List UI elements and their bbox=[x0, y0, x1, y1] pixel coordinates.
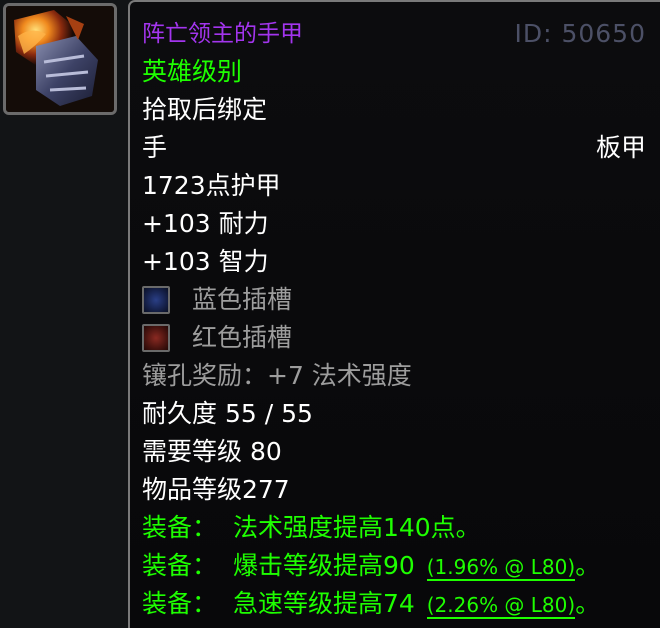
red-socket-icon bbox=[142, 324, 170, 352]
equip-effect-3-text: 急速等级提高74 bbox=[232, 589, 415, 618]
item-tooltip: 阵亡领主的手甲 ID: 50650 英雄级别 拾取后绑定 手 板甲 1723点护… bbox=[128, 0, 660, 628]
equip-effect-1: 装备： 法术强度提高140点。 bbox=[142, 510, 481, 546]
item-level: 物品等级277 bbox=[142, 475, 290, 504]
equip-effect-3-prefix: 装备： bbox=[142, 589, 218, 618]
item-quality: 英雄级别 bbox=[142, 57, 243, 86]
gauntlet-icon bbox=[6, 6, 114, 112]
required-level: 需要等级 80 bbox=[142, 437, 282, 466]
equip-effect-1-prefix: 装备： bbox=[142, 513, 218, 542]
equip-effect-3-end: 。 bbox=[575, 589, 601, 618]
blue-socket-icon bbox=[142, 286, 170, 314]
equip-effect-2-text: 爆击等级提高90 bbox=[232, 551, 415, 580]
equip-effect-2: 装备： 爆击等级提高90 (1.96% @ L80)。 bbox=[142, 548, 600, 585]
equip-effect-3-note: (2.26% @ L80) bbox=[426, 593, 576, 619]
armor-value: 1723点护甲 bbox=[142, 171, 281, 200]
equip-slot: 手 bbox=[142, 133, 168, 162]
equip-effect-3: 装备： 急速等级提高74 (2.26% @ L80)。 bbox=[142, 586, 600, 623]
equip-effect-1-text: 法术强度提高140点。 bbox=[232, 513, 481, 542]
equip-effect-2-prefix: 装备： bbox=[142, 551, 218, 580]
socket-bonus: 镶孔奖励：+7 法术强度 bbox=[142, 361, 412, 390]
equip-effect-2-end: 。 bbox=[575, 551, 601, 580]
stat-intellect: +103 智力 bbox=[142, 247, 269, 276]
stat-stamina: +103 耐力 bbox=[142, 209, 269, 238]
item-icon-frame[interactable] bbox=[3, 3, 117, 115]
durability: 耐久度 55 / 55 bbox=[142, 399, 313, 428]
item-id: ID: 50650 bbox=[514, 19, 646, 48]
item-name: 阵亡领主的手甲 bbox=[142, 21, 303, 47]
equip-effect-2-note: (1.96% @ L80) bbox=[426, 555, 576, 581]
bind-type: 拾取后绑定 bbox=[142, 95, 268, 124]
armor-type: 板甲 bbox=[595, 133, 646, 162]
socket-red-label: 红色插槽 bbox=[192, 323, 293, 352]
socket-blue-label: 蓝色插槽 bbox=[192, 285, 293, 314]
